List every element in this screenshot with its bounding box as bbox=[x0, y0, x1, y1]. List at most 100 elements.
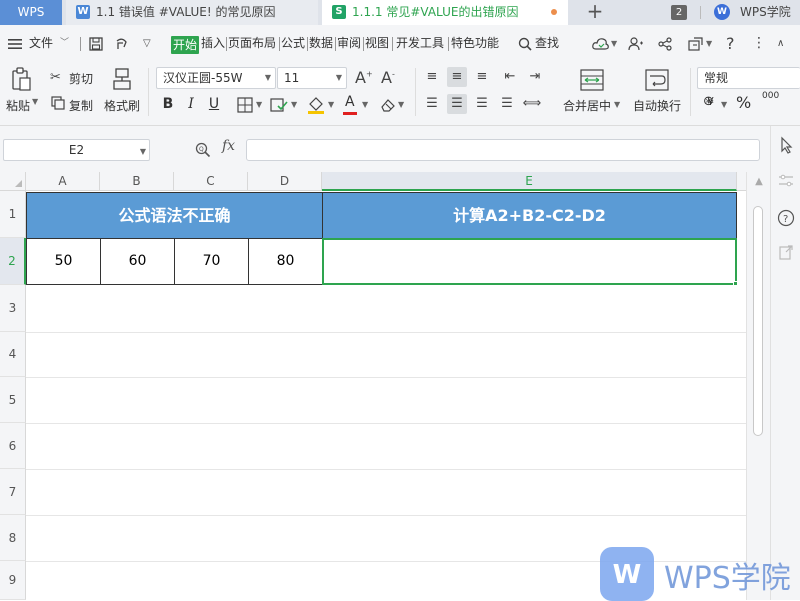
menu-tab-formula[interactable]: 公式 bbox=[281, 25, 305, 62]
number-format-select[interactable]: 常规 bbox=[697, 67, 800, 89]
zoom-function-icon[interactable]: Q bbox=[195, 142, 211, 158]
select-all-corner[interactable] bbox=[0, 172, 26, 191]
collaborate-user-icon[interactable] bbox=[628, 37, 644, 51]
tab-active-spreadsheet[interactable]: S 1.1.1 常见#VALUE的出错原因 bbox=[322, 0, 568, 25]
chevron-down-icon[interactable]: ▼ bbox=[706, 25, 712, 62]
chevron-down-icon[interactable]: ▼ bbox=[328, 100, 334, 109]
wps-academy-link[interactable]: WPS学院 bbox=[740, 0, 791, 25]
pointer-select-icon[interactable] bbox=[777, 136, 795, 154]
cell-e1-header[interactable]: 计算A2+B2-C2-D2 bbox=[322, 192, 737, 239]
help-circle-icon[interactable]: ? bbox=[777, 209, 795, 227]
column-header-a[interactable]: A bbox=[26, 172, 100, 191]
tab-value-error-doc[interactable]: W 1.1 错误值 #VALUE! 的常见原因 bbox=[66, 0, 318, 25]
percent-button[interactable]: % bbox=[736, 93, 751, 112]
formula-input[interactable] bbox=[246, 139, 760, 161]
chevron-down-icon[interactable]: ▼ bbox=[614, 100, 620, 109]
cell-a1-merged-header[interactable]: 公式语法不正确 bbox=[26, 192, 323, 239]
new-tab-plus-icon[interactable]: + bbox=[585, 0, 605, 25]
chevron-down-icon[interactable]: ▼ bbox=[291, 100, 297, 109]
column-header-f-partial[interactable] bbox=[737, 172, 746, 191]
menu-tab-page-layout[interactable]: 页面布局 bbox=[228, 25, 276, 62]
column-header-c[interactable]: C bbox=[174, 172, 248, 191]
chevron-down-icon[interactable]: ▼ bbox=[32, 97, 38, 106]
menu-tab-insert[interactable]: 插入 bbox=[201, 25, 225, 62]
menu-search[interactable]: 查找 bbox=[535, 25, 559, 62]
more-options-icon[interactable]: ⋮ bbox=[752, 25, 766, 62]
vertical-scrollbar[interactable]: ▲ bbox=[746, 172, 770, 600]
wps-academy-logo-icon[interactable]: W bbox=[714, 4, 730, 20]
row-header-8[interactable]: 8 bbox=[0, 515, 26, 561]
row-header-9[interactable]: 9 bbox=[0, 561, 26, 600]
format-painter-button[interactable]: 格式刷 bbox=[104, 97, 140, 114]
search-icon[interactable] bbox=[518, 37, 532, 51]
bold-button[interactable]: B bbox=[159, 94, 177, 114]
align-top-icon[interactable]: ≡ bbox=[422, 67, 442, 87]
chevron-down-icon[interactable]: ▼ bbox=[398, 100, 404, 109]
clear-eraser-icon[interactable] bbox=[380, 97, 396, 113]
align-left-icon[interactable]: ☰ bbox=[422, 94, 442, 114]
chevron-down-icon[interactable]: ﹀ bbox=[60, 25, 69, 62]
share-icon[interactable] bbox=[658, 37, 672, 51]
thousands-separator-button[interactable]: 000 bbox=[762, 92, 779, 101]
align-middle-icon[interactable]: ≡ bbox=[447, 67, 467, 87]
cell-e2-selected[interactable] bbox=[322, 238, 737, 285]
collapse-ribbon-icon[interactable]: ∧ bbox=[777, 25, 784, 62]
wps-home-tab[interactable]: WPS bbox=[0, 0, 62, 25]
align-right-icon[interactable]: ☰ bbox=[472, 94, 492, 114]
column-header-d[interactable]: D bbox=[248, 172, 322, 191]
menu-tab-special-features[interactable]: 特色功能 bbox=[451, 25, 499, 62]
merge-center-icon[interactable] bbox=[580, 69, 604, 91]
align-center-icon[interactable]: ☰ bbox=[447, 94, 467, 114]
cloud-sync-icon[interactable] bbox=[592, 37, 610, 51]
chevron-down-icon[interactable]: ▼ bbox=[611, 25, 617, 62]
font-shrink-icon[interactable]: A- bbox=[381, 68, 395, 87]
menu-file[interactable]: 文件 bbox=[29, 25, 53, 62]
cell-style-icon[interactable] bbox=[270, 97, 288, 113]
decrease-indent-icon[interactable]: ⇤ bbox=[500, 67, 520, 87]
menu-tab-developer[interactable]: 开发工具 bbox=[396, 25, 444, 62]
cell-a2[interactable]: 50 bbox=[26, 238, 101, 285]
cell-b2[interactable]: 60 bbox=[100, 238, 175, 285]
underline-button[interactable]: U bbox=[205, 94, 223, 114]
menu-tab-review[interactable]: 审阅 bbox=[337, 25, 361, 62]
fill-color-icon[interactable] bbox=[307, 96, 325, 114]
menu-tab-start[interactable]: 开始 bbox=[171, 36, 199, 54]
window-count-badge[interactable]: 2 bbox=[671, 5, 687, 20]
copy-button[interactable]: 复制 bbox=[69, 97, 93, 114]
wrap-text-button[interactable]: 自动换行 bbox=[633, 97, 681, 114]
settings-sliders-icon[interactable] bbox=[777, 172, 795, 190]
increase-indent-icon[interactable]: ⇥ bbox=[525, 67, 545, 87]
help-icon[interactable]: ? bbox=[726, 25, 735, 62]
save-icon[interactable] bbox=[89, 37, 103, 51]
format-painter-icon[interactable] bbox=[111, 67, 133, 91]
row-header-5[interactable]: 5 bbox=[0, 377, 26, 423]
row-header-7[interactable]: 7 bbox=[0, 469, 26, 515]
merge-center-button[interactable]: 合并居中 bbox=[563, 97, 611, 114]
distribute-icon[interactable]: ⟺ bbox=[522, 94, 542, 114]
chevron-down-icon[interactable]: ▼ bbox=[362, 100, 368, 109]
export-icon[interactable] bbox=[688, 37, 704, 51]
fill-handle[interactable] bbox=[733, 281, 738, 286]
paste-button[interactable]: 粘贴 bbox=[6, 97, 30, 114]
cell-d2[interactable]: 80 bbox=[248, 238, 323, 285]
paste-icon[interactable] bbox=[10, 67, 32, 91]
wrap-text-icon[interactable] bbox=[645, 69, 669, 91]
scrollbar-thumb[interactable] bbox=[753, 206, 763, 436]
undo-redo-icon[interactable] bbox=[114, 37, 130, 51]
column-header-b[interactable]: B bbox=[100, 172, 174, 191]
column-header-e[interactable]: E bbox=[322, 172, 737, 191]
row-header-3[interactable]: 3 bbox=[0, 285, 26, 332]
hamburger-menu-icon[interactable] bbox=[8, 38, 22, 50]
row-header-6[interactable]: 6 bbox=[0, 423, 26, 469]
align-bottom-icon[interactable]: ≡ bbox=[472, 67, 492, 87]
chevron-down-icon[interactable]: ▼ bbox=[256, 100, 262, 109]
name-box[interactable]: E2 ▼ bbox=[3, 139, 150, 161]
borders-icon[interactable] bbox=[237, 97, 253, 113]
font-name-select[interactable]: 汉仪正圆-55W ▼ bbox=[156, 67, 276, 89]
scroll-up-arrow-icon[interactable]: ▲ bbox=[751, 174, 767, 190]
menu-tab-data[interactable]: 数据 bbox=[309, 25, 333, 62]
row-header-1[interactable]: 1 bbox=[0, 191, 26, 238]
italic-button[interactable]: I bbox=[182, 94, 200, 114]
chevron-down-icon[interactable]: ▼ bbox=[721, 100, 727, 109]
menu-tab-view[interactable]: 视图 bbox=[365, 25, 389, 62]
